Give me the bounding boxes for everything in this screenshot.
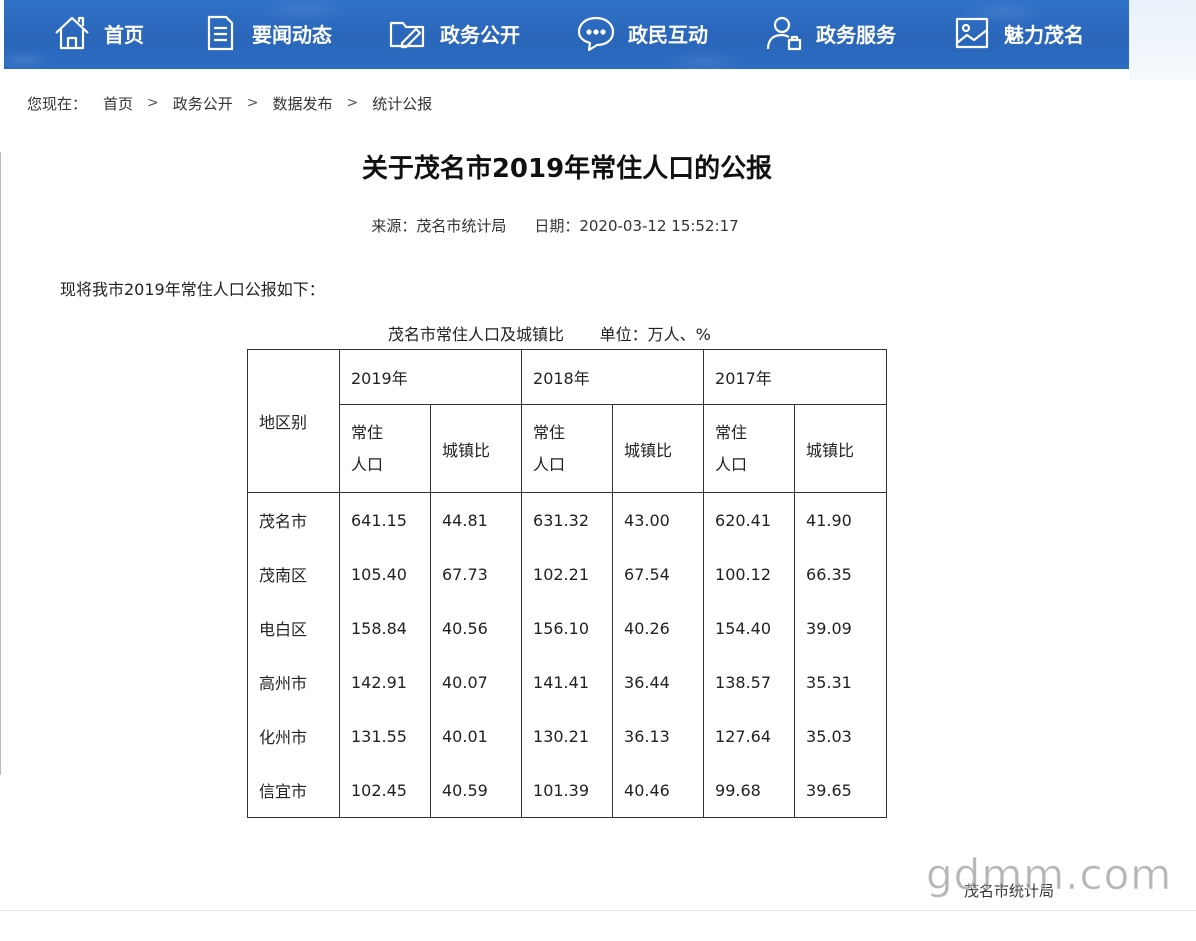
urban-ratio-cell: 40.26	[612, 601, 705, 655]
nav-item-news[interactable]: 要闻动态	[200, 10, 332, 56]
urban-ratio-cell: 41.90	[794, 492, 888, 547]
table-body: 茂名市 641.15 44.81 631.32 43.00 620.41 41.90 茂南区 1…	[247, 492, 888, 818]
population-cell: 641.15	[339, 492, 431, 547]
table-row: 高州市 142.91 40.07 141.41 36.44 138.57 35.31	[247, 655, 888, 709]
region-cell: 化州市	[247, 709, 340, 763]
year-header: 2018年	[521, 349, 705, 405]
nav-item-label: 要闻动态	[252, 22, 332, 47]
breadcrumb-data-release[interactable]: 数据发布	[273, 93, 333, 114]
urban-ratio-cell: 35.03	[794, 709, 888, 763]
population-cell: 142.91	[339, 655, 431, 709]
urban-ratio-subheader: 城镇比	[794, 404, 888, 493]
region-header: 地区别	[247, 349, 340, 493]
urban-ratio-cell: 40.07	[429, 655, 523, 709]
header-background	[1129, 0, 1196, 80]
table-row: 信宜市 102.45 40.59 101.39 40.46 99.68 39.65	[247, 763, 888, 818]
population-table: 地区别 2019年 2018年 2017年 常住 人口 城镇比 常住 人口 城镇比 …	[247, 349, 888, 818]
document-icon	[207, 15, 234, 51]
table-caption: 茂名市常住人口及城镇比 单位：万人、%	[388, 325, 711, 344]
region-cell: 茂南区	[247, 547, 340, 601]
urban-ratio-cell: 36.13	[612, 709, 705, 763]
urban-ratio-cell: 40.56	[429, 601, 523, 655]
article-meta: 来源：茂名市统计局 日期：2020-03-12 15:52:17	[0, 215, 1110, 236]
breadcrumb-separator: >	[246, 95, 259, 111]
population-cell: 631.32	[521, 492, 614, 547]
population-cell: 141.41	[521, 655, 614, 709]
population-subheader: 常住 人口	[339, 404, 431, 493]
article-source: 来源：茂名市统计局	[371, 217, 507, 235]
urban-ratio-subheader: 城镇比	[612, 404, 705, 493]
year-header: 2019年	[338, 349, 523, 405]
table-row: 电白区 158.84 40.56 156.10 40.26 154.40 39.09	[247, 601, 888, 655]
population-cell: 131.55	[339, 709, 431, 763]
urban-ratio-cell: 67.73	[429, 547, 523, 601]
urban-ratio-cell: 40.46	[612, 763, 705, 818]
nav-item-label: 魅力茂名	[1004, 22, 1084, 47]
population-cell: 156.10	[521, 601, 614, 655]
population-cell: 620.41	[703, 492, 796, 547]
nav-item-services[interactable]: 政务服务	[764, 10, 896, 56]
population-subheader: 常住 人口	[703, 404, 796, 493]
nav-item-label: 政务服务	[816, 22, 896, 47]
population-cell: 127.64	[703, 709, 796, 763]
table-row: 茂南区 105.40 67.73 102.21 67.54 100.12 66.35	[247, 547, 888, 601]
year-header: 2017年	[703, 349, 888, 405]
breadcrumb-separator: >	[346, 95, 359, 111]
breadcrumb-separator: >	[147, 95, 159, 111]
urban-ratio-cell: 67.54	[612, 547, 705, 601]
nav-item-label: 政务公开	[440, 22, 520, 47]
top-navigation-bar: 首页 要闻动态 政务公开 政民互动 政务服务 魅力茂名	[4, 0, 1129, 69]
breadcrumb-government-affairs[interactable]: 政务公开	[173, 93, 233, 114]
urban-ratio-cell: 40.59	[429, 763, 523, 818]
breadcrumb-statistical-bulletin[interactable]: 统计公报	[372, 93, 432, 114]
nav-item-interaction[interactable]: 政民互动	[576, 10, 708, 56]
population-cell: 100.12	[703, 547, 796, 601]
table-row: 化州市 131.55 40.01 130.21 36.13 127.64 35.03	[247, 709, 888, 763]
article-title: 关于茂名市2019年常住人口的公报	[361, 154, 773, 184]
content-left-border	[0, 152, 1, 775]
population-cell: 138.57	[703, 655, 796, 709]
folder-icon	[389, 21, 425, 49]
nav-item-label: 政民互动	[628, 22, 708, 47]
population-cell: 158.84	[339, 601, 431, 655]
urban-ratio-cell: 39.65	[794, 763, 888, 818]
urban-ratio-cell: 35.31	[794, 655, 888, 709]
breadcrumb: 您现在： 首页 > 政务公开 > 数据发布 > 统计公报	[27, 92, 432, 114]
home-icon	[55, 16, 89, 50]
population-cell: 102.21	[521, 547, 614, 601]
article-intro: 现将我市2019年常住人口公报如下：	[60, 280, 325, 299]
nav-item-label: 首页	[104, 22, 144, 47]
urban-ratio-cell: 40.01	[429, 709, 523, 763]
urban-ratio-cell: 43.00	[612, 492, 705, 547]
urban-ratio-cell: 66.35	[794, 547, 888, 601]
population-cell: 102.45	[339, 763, 431, 818]
urban-ratio-subheader: 城镇比	[429, 404, 523, 493]
breadcrumb-home[interactable]: 首页	[103, 93, 133, 114]
population-cell: 130.21	[521, 709, 614, 763]
population-cell: 101.39	[521, 763, 614, 818]
region-cell: 信宜市	[247, 763, 340, 818]
urban-ratio-cell: 36.44	[612, 655, 705, 709]
watermark: gdmm.com	[925, 850, 1173, 900]
urban-ratio-cell: 39.09	[794, 601, 888, 655]
population-cell: 154.40	[703, 601, 796, 655]
population-cell: 99.68	[703, 763, 796, 818]
region-cell: 茂名市	[247, 492, 340, 547]
region-cell: 高州市	[247, 655, 340, 709]
population-cell: 105.40	[339, 547, 431, 601]
region-cell: 电白区	[247, 601, 340, 655]
table-row: 茂名市 641.15 44.81 631.32 43.00 620.41 41.90	[247, 492, 888, 547]
nav-item-government-affairs[interactable]: 政务公开	[388, 10, 520, 56]
picture-icon	[955, 17, 989, 49]
breadcrumb-lead: 您现在：	[27, 94, 88, 113]
nav-item-charm-maoming[interactable]: 魅力茂名	[952, 10, 1084, 56]
user-service-icon	[766, 16, 802, 51]
chat-icon	[577, 16, 615, 52]
nav-item-home[interactable]: 首页	[52, 10, 144, 56]
article-date: 日期：2020-03-12 15:52:17	[534, 217, 739, 235]
urban-ratio-cell: 44.81	[429, 492, 523, 547]
footer-divider	[0, 910, 1196, 911]
population-subheader: 常住 人口	[521, 404, 614, 493]
